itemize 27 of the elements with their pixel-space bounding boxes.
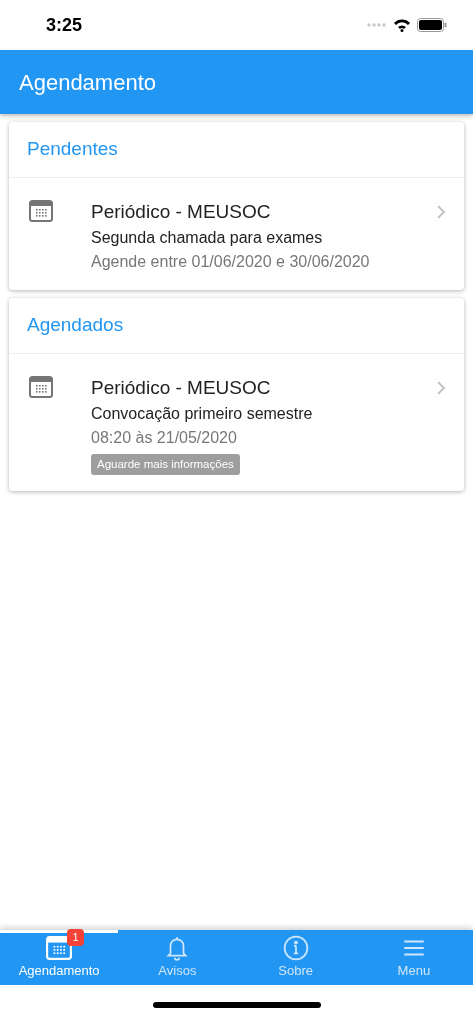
notification-badge: 1 <box>67 929 85 946</box>
tab-button[interactable]: Menu <box>354 930 473 985</box>
section-title: Pendentes <box>27 137 118 162</box>
calendar-icon <box>29 200 53 222</box>
chevron-right-icon <box>436 380 446 396</box>
calendar-icon <box>29 376 53 398</box>
info-icon <box>282 935 309 961</box>
chevron-right-icon <box>436 204 446 220</box>
calendar-icon <box>46 935 73 961</box>
header-title: Agendamento <box>19 68 156 97</box>
appointment-item[interactable]: Periódico - MEUSOC Segunda chamada para exames Agende entre 01/06/2020 e 30/06/2020 <box>9 178 464 290</box>
appointment-item[interactable]: Periódico - MEUSOC Convocação primeiro semestre 08:20 às 21/05/2020 Aguarde mais informações <box>9 354 464 492</box>
item-detail: 08:20 às 21/05/2020 <box>91 428 238 448</box>
section-title: Agendados <box>27 313 124 338</box>
tab-button[interactable]: 1 Agendamento <box>0 930 119 985</box>
status-time: 3:25 <box>46 13 83 37</box>
item-subtitle: Convocação primeiro semestre <box>91 404 314 424</box>
battery-icon <box>417 18 447 32</box>
item-title: Periódico - MEUSOC <box>91 376 272 400</box>
tab-button[interactable]: Avisos <box>118 930 237 985</box>
item-detail: Agende entre 01/06/2020 e 30/06/2020 <box>91 252 371 272</box>
item-title: Periódico - MEUSOC <box>91 200 272 224</box>
wifi-icon <box>393 18 411 32</box>
signal-icon <box>367 23 387 27</box>
item-subtitle: Segunda chamada para exames <box>91 228 324 248</box>
status-tag: Aguarde mais informações <box>91 454 240 476</box>
tab-button[interactable]: Sobre <box>236 930 355 985</box>
